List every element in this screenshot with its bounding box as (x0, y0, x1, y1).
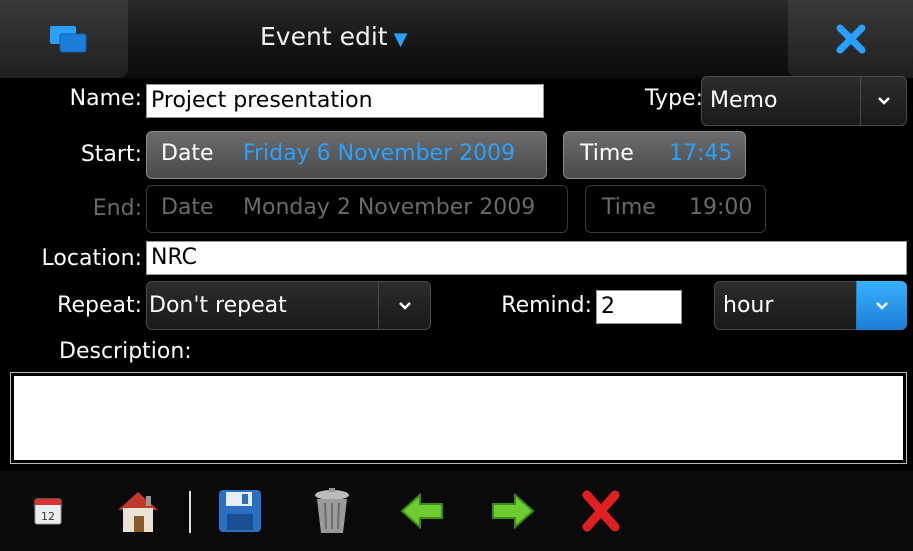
remind-unit-dropdown-button[interactable] (856, 281, 907, 330)
remind-input[interactable]: 2 (596, 290, 682, 324)
start-date-value: Friday 6 November 2009 (243, 141, 516, 166)
forward-button[interactable] (483, 471, 543, 551)
task-switcher-button[interactable] (0, 0, 128, 78)
trash-button[interactable] (302, 471, 362, 551)
chevron-down-icon (878, 97, 890, 105)
forward-arrow-icon (492, 492, 535, 530)
end-time-value: 19:00 (689, 195, 753, 220)
home-button[interactable] (108, 471, 168, 551)
end-date-picker[interactable]: Date Monday 2 November 2009 (146, 185, 568, 233)
chevron-down-icon (876, 301, 888, 310)
close-icon (836, 24, 866, 54)
window-title: Event edit (260, 22, 388, 51)
end-date-label: Date (161, 195, 214, 220)
calendar-button[interactable]: 12 (18, 471, 78, 551)
type-value: Memo (710, 88, 778, 113)
start-date-picker[interactable]: Date Friday 6 November 2009 (146, 131, 547, 179)
location-input[interactable]: NRC (146, 241, 907, 275)
description-label: Description: (59, 339, 192, 364)
type-dropdown-button[interactable] (860, 76, 907, 126)
delete-icon (582, 490, 620, 532)
save-icon (219, 490, 261, 532)
end-time-label: Time (602, 195, 656, 220)
location-label: Location: (41, 246, 142, 271)
remind-unit-select[interactable]: hour (714, 281, 907, 330)
description-textarea[interactable] (10, 372, 907, 464)
type-select[interactable]: Memo (701, 76, 907, 126)
title-bar (0, 0, 913, 78)
calendar-day: 12 (41, 510, 55, 523)
name-input[interactable]: Project presentation (146, 84, 544, 118)
remind-label: Remind: (501, 293, 592, 318)
chevron-down-icon (399, 301, 411, 310)
description-text (14, 376, 903, 460)
repeat-select[interactable]: Don't repeat (146, 281, 431, 330)
delete-button[interactable] (571, 471, 631, 551)
name-label: Name: (69, 86, 142, 111)
start-time-value: 17:45 (669, 141, 733, 166)
repeat-label: Repeat: (57, 293, 142, 318)
start-time-label: Time (580, 141, 634, 166)
end-label: End: (92, 196, 142, 221)
type-label: Type: (645, 86, 703, 111)
start-label: Start: (80, 142, 142, 167)
start-date-label: Date (161, 141, 214, 166)
repeat-dropdown-button[interactable] (378, 281, 431, 330)
toolbar-separator (189, 491, 191, 533)
repeat-value: Don't repeat (149, 293, 287, 318)
calendar-icon: 12 (34, 498, 62, 525)
trash-icon (315, 488, 349, 533)
task-switcher-icon (50, 26, 87, 53)
home-icon (118, 492, 158, 532)
back-arrow-icon (400, 492, 443, 530)
bottom-toolbar: 12 (0, 471, 913, 551)
window-title-menu[interactable]: Event edit ▼ (260, 22, 407, 51)
save-button[interactable] (210, 471, 270, 551)
back-button[interactable] (392, 471, 452, 551)
dropdown-arrow-icon: ▼ (393, 29, 408, 50)
end-date-value: Monday 2 November 2009 (243, 195, 536, 220)
remind-unit-value: hour (723, 293, 774, 318)
end-time-picker[interactable]: Time 19:00 (585, 185, 766, 233)
start-time-picker[interactable]: Time 17:45 (563, 131, 746, 179)
close-button[interactable] (788, 0, 913, 78)
